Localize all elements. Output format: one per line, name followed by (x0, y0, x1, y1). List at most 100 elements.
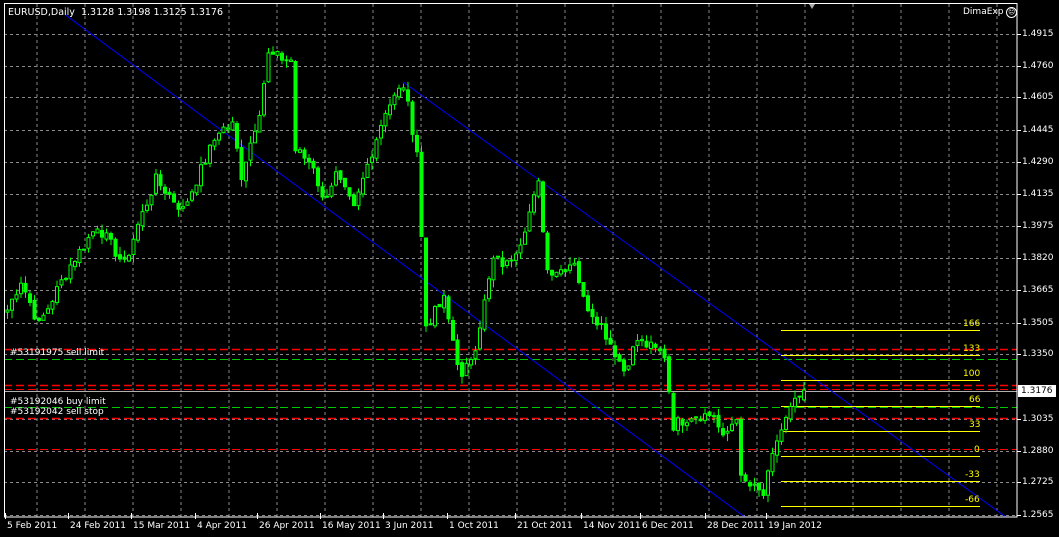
candle-body (604, 323, 608, 340)
candle-body (599, 323, 604, 326)
price-axis-label: 1.4445 (1022, 124, 1054, 135)
price-axis-label: 1.3350 (1022, 348, 1054, 359)
candle-body (194, 184, 199, 194)
candle-body (352, 194, 356, 207)
candle-body (167, 191, 172, 195)
expert-advisor-label[interactable]: DimaExp ☹ (963, 7, 1018, 18)
time-axis-label: 19 Jan 2012 (768, 521, 822, 531)
candle-body (118, 254, 122, 260)
candle-body (487, 278, 491, 300)
candle-body (500, 257, 505, 268)
candle-body (203, 162, 208, 165)
candle-body (271, 51, 275, 55)
time-axis-label: 24 Feb 2011 (70, 521, 127, 531)
candle-body (77, 248, 82, 264)
candle-body (235, 123, 239, 149)
fib-level-label: 166 (963, 318, 981, 329)
candle-body (86, 237, 91, 249)
candle-body (244, 161, 248, 182)
candle-body (262, 83, 266, 116)
price-axis-label: 1.2725 (1022, 476, 1054, 487)
candle-body (608, 337, 613, 345)
candle-body (397, 87, 401, 98)
candle-body (770, 453, 775, 473)
candle-body (104, 232, 109, 240)
candle-body (176, 203, 181, 210)
candle-body (50, 300, 55, 310)
candle-body (541, 181, 545, 233)
candle-body (635, 340, 640, 346)
price-axis-label: 1.3975 (1022, 220, 1054, 231)
candle-body (640, 339, 644, 342)
candle-body (59, 279, 64, 286)
candle-body (428, 323, 433, 326)
order-label: #53191975 sell limit (10, 348, 105, 358)
candle-body (577, 261, 581, 283)
candle-body (775, 440, 779, 456)
candle-body (163, 186, 167, 194)
candle-body (797, 395, 802, 398)
candle-body (518, 244, 523, 254)
candle-body (802, 389, 806, 401)
time-axis-label: 1 Oct 2011 (449, 521, 499, 531)
candle-body (239, 146, 244, 181)
price-axis-label: 1.3665 (1022, 284, 1054, 295)
candle-body (460, 362, 464, 377)
candle-body (649, 341, 653, 349)
candle-body (190, 191, 194, 201)
candle-body (752, 483, 757, 486)
candle-body (122, 256, 127, 260)
candle-body (478, 327, 482, 350)
candle-body (680, 419, 685, 426)
price-axis-label: 1.2880 (1022, 445, 1054, 456)
candle-body (185, 201, 190, 206)
candle-body (82, 248, 86, 251)
candle-body (275, 50, 280, 56)
candle-body (469, 359, 473, 366)
channel-line-upper (402, 81, 1007, 518)
candle-body (307, 157, 311, 163)
candle-body (401, 87, 406, 91)
candle-body (757, 482, 761, 491)
candle-body (545, 232, 550, 271)
order-label: #53192046 buy limit (10, 397, 106, 407)
candle-body (208, 144, 212, 164)
fib-level-label: -33 (965, 469, 980, 480)
candle-body (514, 253, 518, 261)
chart-shift-marker-icon (809, 4, 815, 9)
candle-body (73, 261, 77, 268)
candle-body (613, 345, 617, 358)
candle-body (455, 339, 460, 366)
candle-body (415, 134, 419, 153)
candle-body (388, 104, 392, 116)
candle-body (248, 142, 253, 161)
candle-body (703, 413, 707, 421)
order-label: #53192042 sell stop (10, 407, 104, 417)
time-axis-label: 14 Nov 2011 (583, 521, 641, 531)
candle-body (446, 296, 451, 320)
candle-body (734, 419, 739, 424)
candle-body (496, 255, 500, 258)
candle-body (10, 298, 14, 311)
candle-body (257, 114, 262, 133)
candle-body (644, 340, 649, 348)
candle-body (302, 149, 307, 159)
price-axis-label: 1.4760 (1022, 60, 1054, 71)
sad-face-icon: ☹ (1006, 7, 1018, 18)
time-axis-label: 26 Apr 2011 (259, 521, 315, 531)
candle-body (64, 277, 68, 280)
candle-body (424, 237, 428, 327)
candle-body (626, 365, 631, 370)
current-price-label: 1.3176 (1018, 385, 1056, 397)
candle-body (550, 269, 554, 276)
candle-body (374, 139, 379, 159)
candle-body (293, 61, 298, 152)
candle-body (95, 228, 100, 234)
candle-body (356, 191, 361, 207)
time-axis-label: 16 May 2011 (322, 521, 381, 531)
candle-body (779, 429, 784, 442)
price-axis-label: 1.4915 (1022, 28, 1054, 39)
candle-body (68, 264, 73, 280)
price-chart[interactable] (0, 0, 1059, 537)
candle-body (145, 204, 149, 211)
